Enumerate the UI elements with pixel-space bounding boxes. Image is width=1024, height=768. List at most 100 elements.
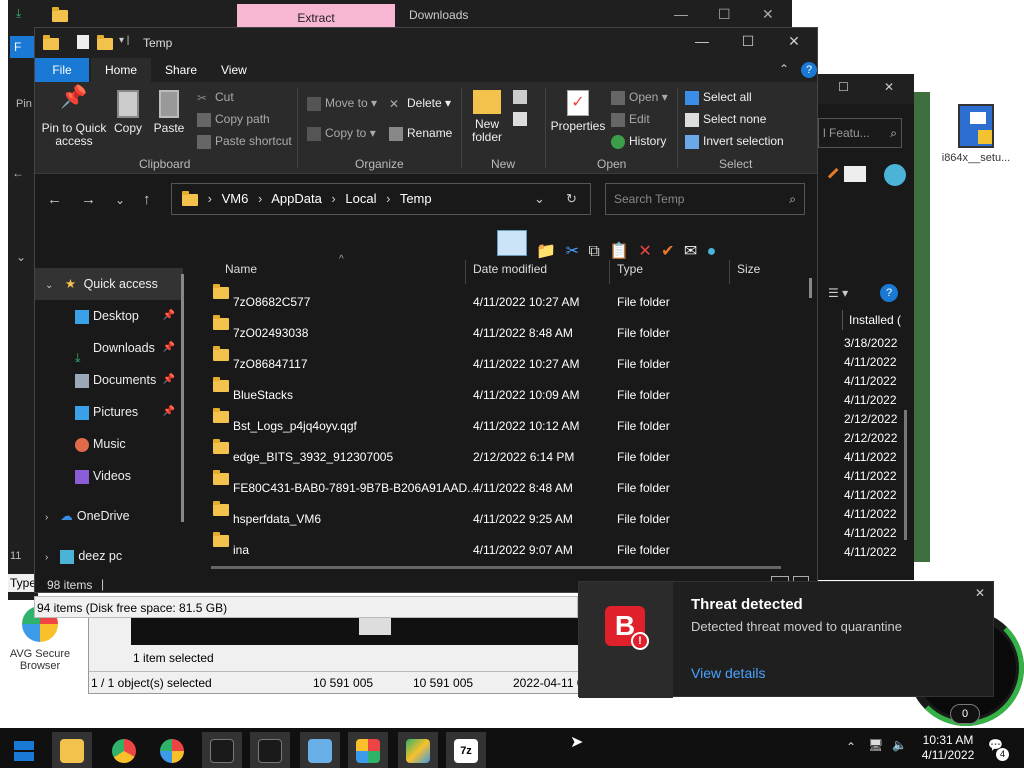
nav-this-pc[interactable]: › deez pc <box>35 540 183 572</box>
cut-button[interactable]: ✂ Cut <box>197 90 234 105</box>
nav-onedrive[interactable]: › ☁ OneDrive <box>35 500 183 532</box>
clock[interactable]: 10:31 AM 4/11/2022 <box>918 733 978 763</box>
network-icon[interactable]: 🖥 <box>868 738 883 752</box>
new-folder-button[interactable]: New folder <box>467 90 507 144</box>
copy-button[interactable]: Copy <box>113 90 143 135</box>
history-button[interactable]: History <box>611 134 666 149</box>
maximize-icon[interactable]: ☐ <box>733 33 763 50</box>
copy-path-button[interactable]: Copy path <box>197 112 270 127</box>
minimize-icon[interactable]: — <box>687 33 717 49</box>
refresh-icon[interactable]: ↻ <box>566 184 577 214</box>
open-button[interactable]: Open ▾ <box>611 90 668 105</box>
toolbar-check-icon[interactable] <box>821 161 839 179</box>
desktop-installer-icon[interactable]: i864x__setu... <box>936 104 1016 164</box>
chevron-up-icon[interactable]: ⌃ <box>846 740 856 754</box>
file-row[interactable]: 7zO02493038 4/11/2022 8:48 AM File folder <box>193 315 793 349</box>
properties-button[interactable]: ✓ Properties <box>549 90 607 133</box>
nav-quick-access[interactable]: ⌄ ★ Quick access <box>35 268 183 300</box>
nav-videos[interactable]: Videos <box>35 460 183 492</box>
back-arrow-icon[interactable]: ← <box>12 166 24 180</box>
taskbar-app[interactable] <box>348 732 388 768</box>
select-all-button[interactable]: Select all <box>685 90 752 105</box>
breadcrumb-local[interactable]: Local <box>345 191 376 206</box>
taskbar-nox-2[interactable] <box>250 732 290 768</box>
edit-button[interactable]: Edit <box>611 112 650 127</box>
invert-selection-button[interactable]: Invert selection <box>685 134 784 149</box>
column-name[interactable]: Name <box>225 262 257 276</box>
tab-file[interactable]: File <box>35 58 89 82</box>
search-input[interactable]: Search Temp ⌕ <box>605 183 805 215</box>
taskbar-file-explorer[interactable] <box>52 732 92 768</box>
address-dropdown-icon[interactable]: ⌄ <box>534 184 545 214</box>
recent-locations-icon[interactable]: ⌄ <box>115 193 125 207</box>
breadcrumb-vm6[interactable]: VM6 <box>222 191 249 206</box>
paste-button[interactable]: Paste <box>153 90 185 135</box>
view-details-link[interactable]: View details <box>691 665 765 681</box>
vertical-scrollbar[interactable] <box>809 278 812 298</box>
globe-icon[interactable] <box>884 164 906 186</box>
easy-access-icon[interactable] <box>513 112 527 126</box>
back-arrow-icon[interactable]: ← <box>47 191 62 208</box>
paste-shortcut-button[interactable]: Paste shortcut <box>197 134 292 149</box>
file-row[interactable]: ina 4/11/2022 9:07 AM File folder <box>193 532 793 566</box>
search-input[interactable]: l Featu... ⌕ <box>818 118 902 148</box>
taskbar-bluestacks[interactable] <box>398 732 438 768</box>
maximize-icon[interactable]: ☐ <box>838 80 849 94</box>
nav-scrollbar[interactable] <box>181 274 184 522</box>
delete-button[interactable]: ✕ Delete ▾ <box>389 96 451 111</box>
address-bar[interactable]: › VM6 › AppData › Local › Temp ⌄ ↻ <box>171 183 591 215</box>
column-type[interactable]: Type <box>617 262 643 276</box>
new-folder-icon[interactable] <box>97 34 113 50</box>
file-row[interactable]: 7zO86847117 4/11/2022 10:27 AM File folder <box>193 346 793 380</box>
threat-count-badge[interactable]: 0 <box>950 704 980 724</box>
list-view-icon[interactable]: ☰ ▾ <box>828 286 848 300</box>
file-row[interactable]: hsperfdata_VM6 4/11/2022 9:25 AM File fold… <box>193 501 793 535</box>
mail-icon[interactable] <box>844 166 866 182</box>
file-row[interactable]: FE80C431-BAB0-7891-9B7B-B206A91AAD... 4/1… <box>193 470 793 504</box>
breadcrumb-appdata[interactable]: AppData <box>271 191 322 206</box>
nav-pictures[interactable]: Pictures 📌 <box>35 396 183 428</box>
installed-column-header[interactable]: Installed ( <box>842 310 906 330</box>
up-arrow-icon[interactable]: ↑ <box>143 191 151 208</box>
new-item-icon[interactable] <box>513 90 527 104</box>
maximize-icon[interactable]: ☐ <box>718 6 731 23</box>
tab-share[interactable]: Share <box>151 58 211 82</box>
file-row[interactable]: 7zO8682C577 4/11/2022 10:27 AM File folder <box>193 284 793 318</box>
forward-arrow-icon[interactable]: → <box>81 191 96 208</box>
column-date-modified[interactable]: Date modified <box>473 262 547 276</box>
chevron-up-icon[interactable]: ⌃ <box>779 62 789 76</box>
chevron-down-icon[interactable]: ▾ | <box>119 35 129 46</box>
extract-tab[interactable]: Extract <box>237 4 395 28</box>
preview-pane-icon[interactable] <box>497 230 527 256</box>
close-icon[interactable]: ✕ <box>762 6 774 23</box>
column-size[interactable]: Size <box>737 262 760 276</box>
file-row[interactable]: BlueStacks 4/11/2022 10:09 AM File folder <box>193 377 793 411</box>
pin-to-quick-access-button[interactable]: 📌 Pin to Quick access <box>39 86 109 148</box>
minimize-icon[interactable]: — <box>674 6 688 22</box>
taskbar-control-panel[interactable] <box>300 732 340 768</box>
taskbar-chrome[interactable] <box>104 732 144 768</box>
nav-downloads[interactable]: ⤓ Downloads 📌 <box>35 332 183 365</box>
file-row[interactable]: edge_BITS_3932_912307005 2/12/2022 6:14 P… <box>193 439 793 473</box>
chevron-down-icon[interactable]: ⌄ <box>16 250 26 264</box>
taskbar-nox[interactable] <box>202 732 242 768</box>
nav-music[interactable]: Music <box>35 428 183 460</box>
select-none-button[interactable]: Select none <box>685 112 766 127</box>
close-icon[interactable]: ✕ <box>884 80 894 94</box>
threat-notification[interactable]: B ! Threat detected Detected threat move… <box>578 581 994 698</box>
help-icon[interactable]: ? <box>801 62 817 78</box>
copy-to-button[interactable]: Copy to ▾ <box>307 126 376 141</box>
properties-icon[interactable] <box>77 35 89 49</box>
taskbar-avg-browser[interactable] <box>152 732 192 768</box>
close-icon[interactable]: ✕ <box>975 586 985 600</box>
help-icon[interactable]: ? <box>880 284 898 302</box>
close-icon[interactable]: ✕ <box>779 33 809 50</box>
nav-documents[interactable]: Documents 📌 <box>35 364 183 396</box>
scrollbar[interactable] <box>904 410 907 540</box>
horizontal-scrollbar[interactable] <box>211 566 781 569</box>
breadcrumb-temp[interactable]: Temp <box>400 191 432 206</box>
nav-desktop[interactable]: Desktop 📌 <box>35 300 183 332</box>
rename-button[interactable]: Rename <box>389 126 452 141</box>
tab-home[interactable]: Home <box>91 58 152 82</box>
file-row[interactable]: Bst_Logs_p4jq4oyv.qgf 4/11/2022 10:12 AM F… <box>193 408 793 442</box>
